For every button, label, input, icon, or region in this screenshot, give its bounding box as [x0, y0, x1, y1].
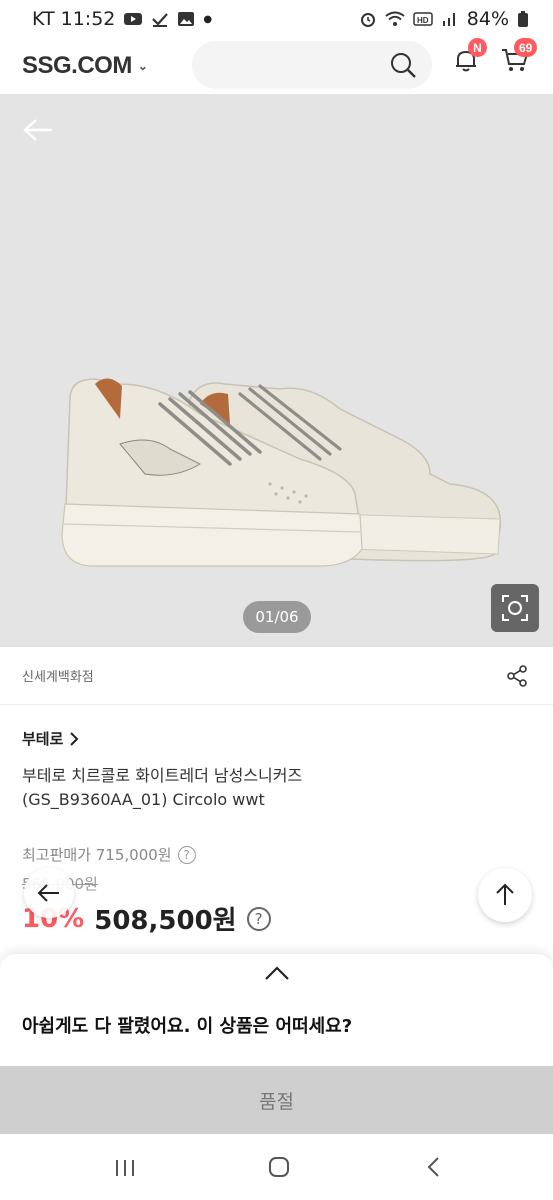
- product-title-line1: 부테로 치르콜로 화이트레더 남성스니커즈: [22, 766, 303, 785]
- gallery-counter: 01/06: [243, 601, 311, 633]
- hd-icon: HD: [413, 12, 433, 26]
- check-icon: [152, 13, 169, 27]
- notification-badge: N: [468, 38, 487, 57]
- soldout-message: 아쉽게도 다 팔렸어요. 이 상품은 어떠세요?: [22, 1016, 353, 1037]
- brand-link[interactable]: 부테로: [22, 728, 79, 749]
- question-icon[interactable]: ?: [246, 906, 271, 931]
- sale-price: 508,500원: [94, 906, 237, 936]
- sneaker-image: [61, 378, 502, 567]
- store-row: 신세계백화점: [0, 647, 553, 705]
- recommend-sheet: 아쉽게도 다 팔렸어요. 이 상품은 어떠세요?: [0, 954, 553, 1066]
- chevron-right-icon: [70, 731, 79, 746]
- cart-count-badge: 69: [514, 38, 538, 57]
- question-icon[interactable]: ?: [177, 845, 196, 864]
- arrow-left-icon: [37, 884, 59, 902]
- arrow-up-icon: [496, 883, 514, 905]
- product-title-line2: (GS_B9360AA_01) Circolo wwt: [22, 790, 265, 809]
- chevron-up-icon[interactable]: [264, 964, 290, 982]
- wifi-icon: [385, 11, 405, 26]
- scroll-top-button[interactable]: [478, 868, 532, 922]
- svg-text:HD: HD: [417, 16, 429, 25]
- battery-icon: [518, 11, 528, 27]
- notification-button[interactable]: N: [452, 38, 487, 76]
- share-icon[interactable]: [505, 664, 529, 688]
- arrow-left-icon[interactable]: [22, 118, 54, 142]
- max-price-label: 최고판매가 715,000원: [22, 846, 172, 864]
- dot-icon: ●: [203, 13, 213, 25]
- recent-apps-icon[interactable]: [112, 1158, 138, 1178]
- chevron-down-icon: ⌄: [137, 59, 148, 73]
- search-bar[interactable]: [192, 41, 432, 89]
- back-icon[interactable]: [426, 1156, 442, 1178]
- product-gallery[interactable]: 01/06: [0, 94, 553, 647]
- lens-icon: [502, 595, 528, 621]
- brand-name: 부테로: [22, 730, 64, 748]
- home-icon[interactable]: [268, 1156, 290, 1178]
- carrier-time: KT 11:52: [32, 8, 116, 30]
- ssg-logo[interactable]: SSG.COM ⌄: [22, 52, 148, 80]
- alarm-icon: [360, 13, 375, 27]
- youtube-icon: [124, 13, 143, 25]
- image-icon: [178, 12, 195, 26]
- search-icon[interactable]: [388, 50, 418, 80]
- image-search-button[interactable]: [491, 584, 539, 632]
- cart-button[interactable]: 69: [500, 38, 538, 76]
- app-header: SSG.COM ⌄ N 69: [0, 38, 553, 94]
- product-title: 부테로 치르콜로 화이트레더 남성스니커즈 (GS_B9360AA_01) Ci…: [22, 764, 522, 812]
- store-name[interactable]: 신세계백화점: [22, 666, 94, 685]
- status-bar: KT 11:52 ● HD 84%: [0, 0, 553, 38]
- max-price-row: 최고판매가 715,000원 ?: [22, 844, 196, 865]
- system-nav-bar: [0, 1134, 553, 1200]
- soldout-button: 품절: [0, 1066, 553, 1134]
- logo-text: SSG.COM: [22, 52, 132, 79]
- back-fab[interactable]: [24, 868, 74, 918]
- signal-icon: [442, 13, 455, 26]
- battery-percent: 84%: [466, 8, 509, 30]
